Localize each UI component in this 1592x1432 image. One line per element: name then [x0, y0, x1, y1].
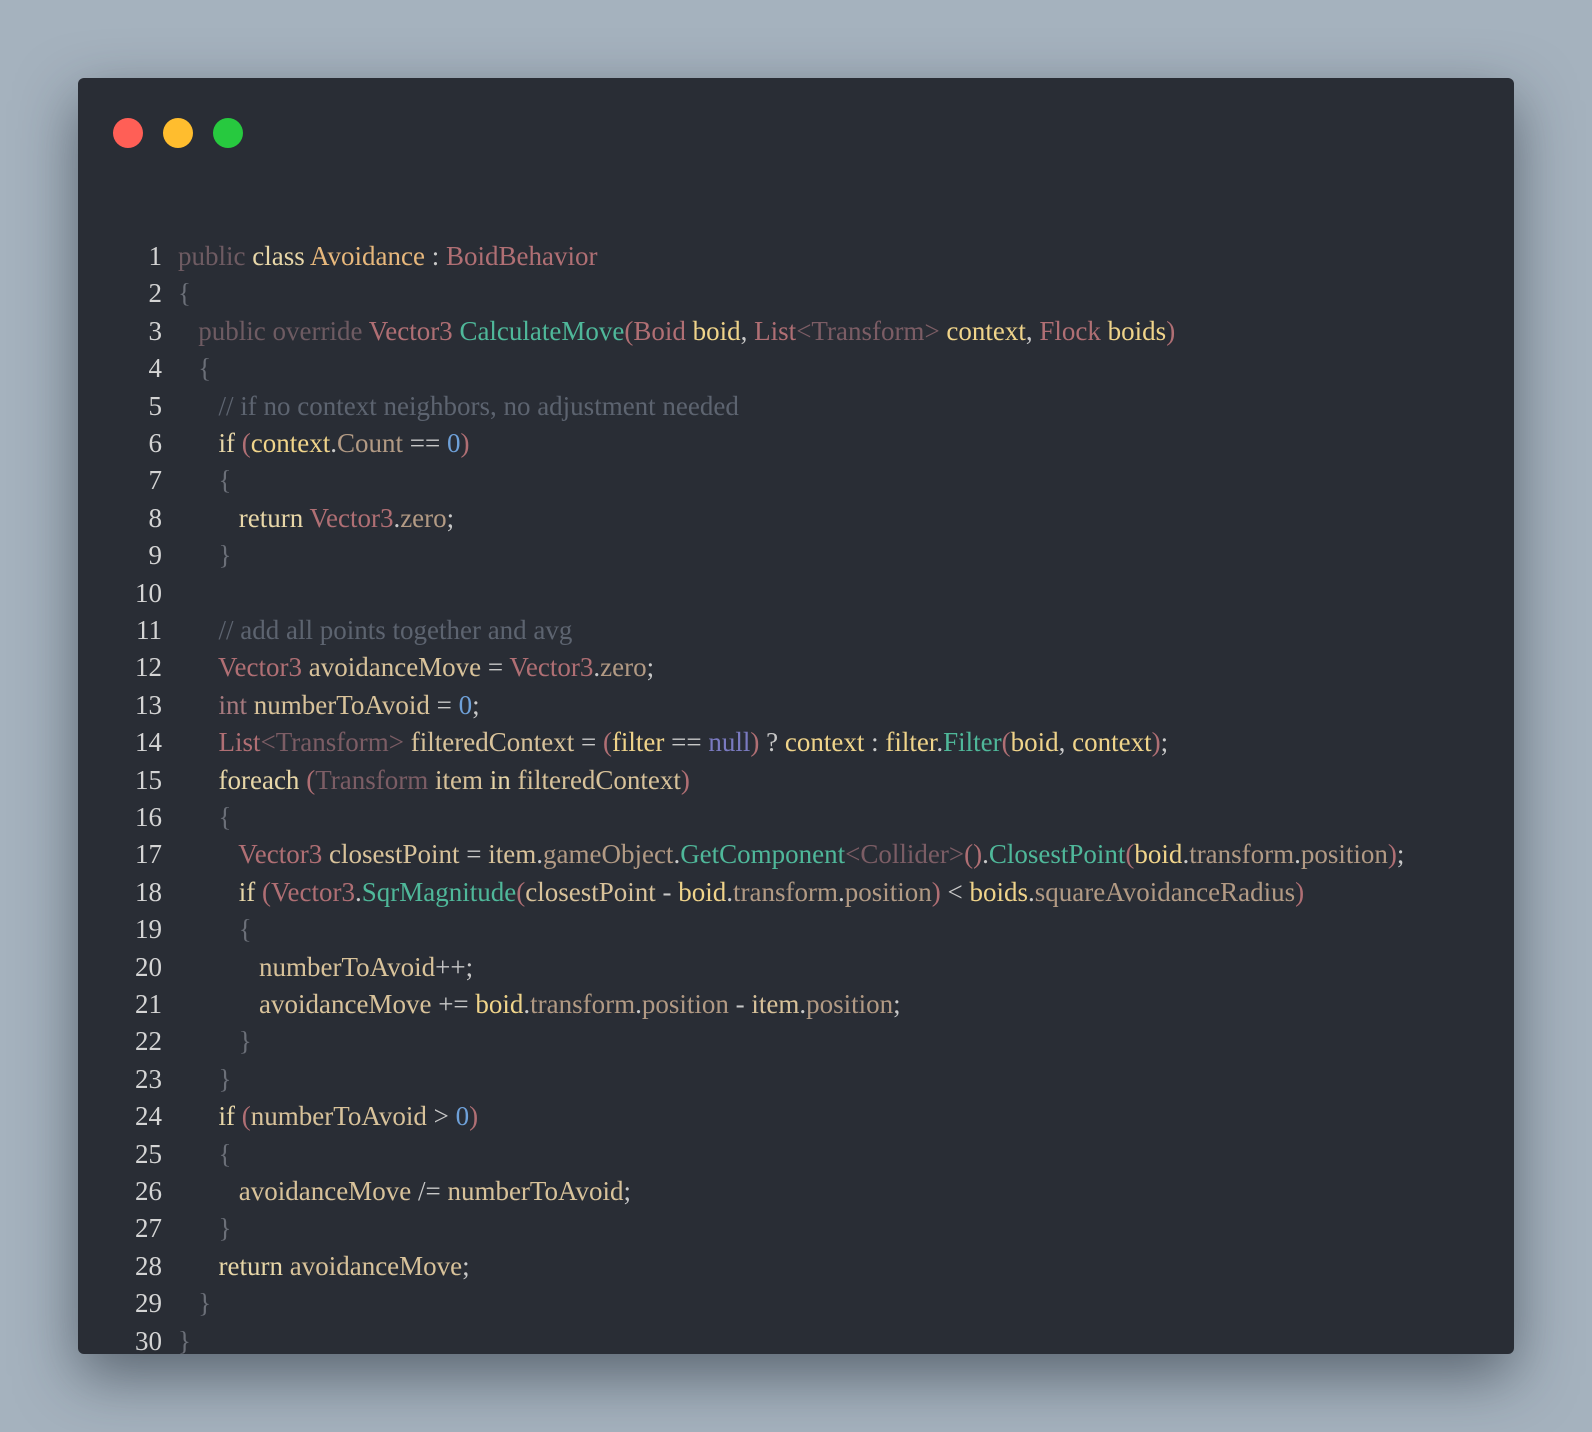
line-number: 19 [135, 914, 162, 945]
maximize-button[interactable] [213, 118, 243, 148]
line-number: 9 [148, 540, 163, 571]
line-text: { [218, 1138, 232, 1169]
line-text: if (context.Count == 0) [218, 428, 470, 458]
minimize-button[interactable] [163, 118, 193, 148]
line-number: 15 [135, 764, 162, 795]
line-text: } [178, 1325, 191, 1356]
line-number: 23 [135, 1063, 162, 1094]
line-text: if (Vector3.SqrMagnitude(closestPoint - … [238, 876, 1305, 907]
line-number: 24 [135, 1101, 162, 1132]
line-number: 22 [135, 1026, 162, 1057]
line-number: 1 [148, 241, 163, 271]
line-text: numberToAvoid++; [259, 951, 474, 982]
line-text: { [198, 353, 212, 384]
line-number: 26 [135, 1176, 162, 1206]
line-text: avoidanceMove /= numberToAvoid; [238, 1176, 632, 1206]
line-number: 12 [135, 652, 162, 683]
line-text: } [218, 1063, 232, 1094]
line-text: { [178, 278, 191, 309]
line-number: 3 [148, 315, 163, 346]
line-text: } [198, 1288, 212, 1319]
line-text: if (numberToAvoid > 0) [218, 1101, 479, 1132]
line-number: 29 [135, 1288, 162, 1319]
line-number: 14 [135, 727, 162, 758]
line-text: // add all points together and avg [218, 615, 573, 645]
line-number: 30 [135, 1325, 162, 1356]
line-text: Vector3 avoidanceMove = Vector3.zero; [218, 652, 655, 683]
line-text: avoidanceMove += boid.transform.position… [259, 989, 901, 1019]
line-number: 25 [135, 1138, 162, 1169]
line-text: } [218, 540, 232, 571]
line-number: 17 [135, 839, 162, 870]
line-number: 16 [135, 802, 162, 832]
code-window: 1 public class Avoidance : BoidBehavior 2 {… [78, 78, 1514, 1356]
line-number: 13 [135, 689, 162, 720]
line-number: 11 [136, 615, 162, 645]
line-number: 4 [148, 353, 163, 384]
line-text: { [218, 465, 232, 496]
line-text: foreach (Transform item in filteredConte… [218, 764, 690, 795]
line-number: 5 [148, 390, 163, 421]
line-text: return avoidanceMove; [218, 1250, 470, 1281]
line-number: 6 [148, 428, 163, 458]
line-number: 8 [148, 502, 163, 533]
line-number: 20 [135, 951, 162, 982]
line-text: return Vector3.zero; [238, 502, 455, 533]
line-number: 10 [135, 577, 162, 608]
line-text: public override Vector3 CalculateMove(Bo… [198, 315, 1176, 346]
line-text: { [218, 802, 232, 832]
close-button[interactable] [113, 118, 143, 148]
line-text: } [218, 1213, 232, 1244]
line-text: int numberToAvoid = 0; [218, 689, 480, 720]
line-number: 21 [135, 989, 162, 1019]
line-text: public class Avoidance : BoidBehavior [178, 241, 598, 271]
line-text: // if no context neighbors, no adjustmen… [218, 390, 739, 421]
line-text: } [238, 1026, 252, 1057]
line-number: 7 [148, 465, 163, 496]
line-text: Vector3 closestPoint = item.gameObject.G… [238, 839, 1405, 870]
line-number: 2 [148, 278, 163, 309]
line-text: { [238, 914, 252, 945]
line-number: 18 [135, 876, 162, 907]
line-text: List<Transform> filteredContext = (filte… [218, 727, 1169, 758]
line-number: 28 [135, 1250, 162, 1281]
line-number: 27 [135, 1213, 162, 1244]
